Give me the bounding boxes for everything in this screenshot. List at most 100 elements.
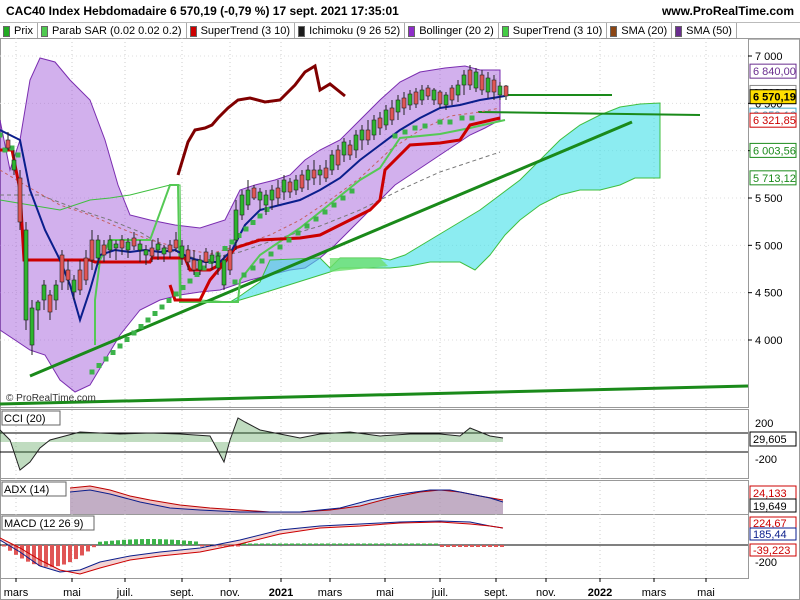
candle-body (257, 191, 263, 201)
candle-body (11, 159, 17, 171)
x-tick-label: sept. (170, 587, 194, 599)
macd-histogram-bar (458, 545, 462, 547)
sar-dot (117, 343, 123, 349)
candle-body (125, 241, 131, 251)
indicator-color-swatch (610, 25, 618, 37)
candle-body (233, 209, 239, 241)
macd-histogram-bar (140, 539, 144, 545)
candle-body (149, 247, 155, 257)
candle-body (71, 279, 77, 293)
macd-histogram-bar (68, 545, 72, 563)
sar-dot (0, 132, 3, 138)
adx-label: ADX (14) (4, 484, 49, 496)
sar-dot (295, 230, 301, 236)
macd-histogram-bar (272, 543, 276, 545)
candle-body (77, 269, 83, 291)
indicator-tab-3[interactable]: Ichimoku (9 26 52) (295, 23, 406, 39)
sar-dot (124, 337, 130, 342)
candle-body (485, 77, 491, 93)
candle-body (473, 71, 479, 89)
sar-dot (268, 251, 274, 257)
indicator-tab-0[interactable]: Prix (0, 23, 38, 39)
indicator-label: SMA (50) (686, 25, 732, 37)
macd-histogram-bar (86, 545, 90, 552)
candle-body (221, 259, 227, 286)
sar-dot (322, 209, 328, 215)
indicator-tab-4[interactable]: Bollinger (20 2) (405, 23, 499, 39)
candle-body (467, 69, 473, 86)
candle-body (491, 79, 497, 93)
indicator-tab-2[interactable]: SuperTrend (3 10) (187, 23, 296, 39)
sar-dot (422, 123, 428, 129)
indicator-label: SuperTrend (3 10) (512, 25, 603, 37)
candle-body (287, 181, 293, 193)
candle-body (395, 99, 401, 113)
macd-histogram-bar (428, 543, 432, 545)
sar-dot (264, 207, 270, 212)
indicator-color-swatch (298, 25, 306, 37)
sar-dot (241, 272, 247, 278)
candle-body (41, 284, 47, 301)
macd-histogram-bar (452, 545, 456, 547)
site-link[interactable]: www.ProRealTime.com (662, 0, 794, 22)
indicator-tab-6[interactable]: SMA (20) (607, 23, 673, 39)
candle-body (131, 237, 137, 247)
candle-body (29, 307, 35, 346)
macd-histogram-bar (410, 543, 414, 545)
indicator-tab-1[interactable]: Parab SAR (0.02 0.02 0.2) (38, 23, 187, 39)
candle-body (167, 244, 173, 253)
macd-histogram-bar (326, 543, 330, 545)
candle-body (215, 255, 221, 269)
x-tick-label: mars (318, 587, 343, 599)
indicator-color-swatch (3, 25, 10, 37)
macd-histogram-bar (482, 545, 486, 547)
candle-body (383, 109, 389, 126)
sar-dot (331, 202, 337, 208)
candle-body (305, 169, 311, 181)
macd-histogram-bar (446, 545, 450, 547)
macd-histogram-bar (56, 545, 60, 567)
macd-histogram-bar (260, 543, 264, 545)
indicator-tab-5[interactable]: SuperTrend (3 10) (499, 23, 608, 39)
cci-panel[interactable] (0, 409, 749, 479)
candle-body (425, 87, 431, 97)
candle-body (143, 249, 149, 256)
candle-body (185, 249, 191, 263)
candle-body (53, 284, 59, 301)
macd-histogram-bar (398, 543, 402, 545)
macd-histogram-bar (122, 539, 126, 545)
candle-body (341, 141, 347, 156)
candle-body (179, 245, 185, 259)
cci-value: 29,605 (753, 434, 787, 446)
sar-dot (304, 223, 310, 229)
macd-histogram-bar (332, 543, 336, 545)
candle-body (23, 229, 29, 321)
macd-histogram-bar (434, 543, 438, 545)
candle-body (17, 177, 23, 223)
indicator-label: SuperTrend (3 10) (200, 25, 291, 37)
macd-histogram-bar (152, 539, 156, 545)
chart-canvas[interactable]: 7 0006 5006 0005 5005 0004 5004 0006 840… (0, 38, 800, 600)
macd-histogram-bar (170, 539, 174, 545)
sar-dot (340, 195, 346, 201)
sar-dot (392, 133, 398, 139)
indicator-tab-7[interactable]: SMA (50) (672, 23, 737, 39)
x-tick-label: nov. (536, 587, 556, 599)
cci-label: CCI (20) (4, 413, 46, 425)
macd-value: -39,223 (753, 545, 790, 557)
macd-histogram-bar (338, 543, 342, 545)
candle-body (227, 249, 233, 271)
candle-body (95, 239, 101, 259)
candle-body (311, 169, 317, 179)
macd-histogram-bar (80, 545, 84, 556)
candle-body (281, 179, 287, 193)
price-label: 5 713,12 (753, 173, 796, 185)
candle-body (407, 93, 413, 106)
indicator-label: Bollinger (20 2) (419, 25, 494, 37)
candle-body (101, 244, 107, 256)
macd-histogram-bar (296, 543, 300, 545)
candle-body (173, 239, 179, 249)
macd-label: MACD (12 26 9) (4, 518, 83, 530)
candle-body (443, 94, 449, 106)
x-tick-label: juil. (431, 587, 449, 599)
